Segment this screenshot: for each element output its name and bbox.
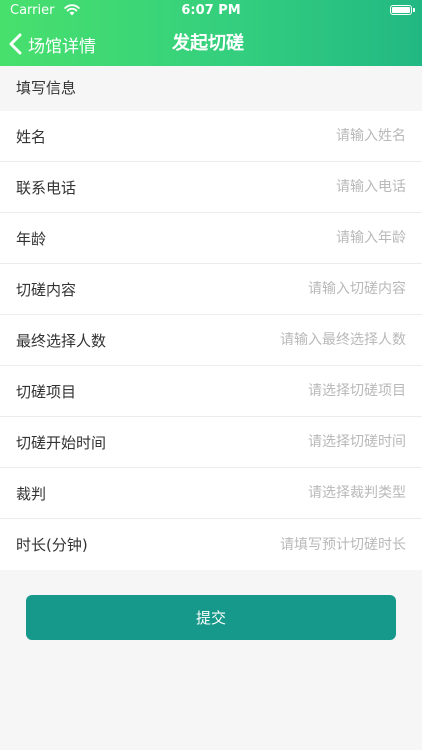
name-label: 姓名 xyxy=(16,127,47,146)
phone-input[interactable] xyxy=(186,179,406,195)
start-time-label: 切磋开始时间 xyxy=(16,433,107,452)
event-label: 切磋项目 xyxy=(16,382,77,401)
referee-select[interactable] xyxy=(186,485,406,501)
section-title: 填写信息 xyxy=(16,79,77,97)
status-time: 6:07 PM xyxy=(181,3,241,18)
duration-input[interactable] xyxy=(186,536,406,553)
form-row-content: 切磋内容 xyxy=(0,264,422,315)
battery-icon xyxy=(390,5,415,15)
status-bar: Carrier 6:07 PM xyxy=(0,0,422,22)
participant-count-label: 最终选择人数 xyxy=(16,331,107,350)
battery-fill xyxy=(392,7,410,13)
phone-label: 联系电话 xyxy=(16,178,77,197)
form-row-start-time: 切磋开始时间 xyxy=(0,417,422,468)
back-button[interactable]: 场馆详情 xyxy=(8,22,96,66)
name-input[interactable] xyxy=(186,128,406,144)
content-label: 切磋内容 xyxy=(16,280,77,299)
content-input[interactable] xyxy=(186,281,406,297)
start-time-select[interactable] xyxy=(186,434,406,450)
form-row-participant-count: 最终选择人数 xyxy=(0,315,422,366)
battery-nub xyxy=(413,8,415,12)
form-row-phone: 联系电话 xyxy=(0,162,422,213)
submit-button[interactable]: 提交 xyxy=(26,595,396,640)
form-row-duration: 时长(分钟) xyxy=(0,519,422,570)
form-row-event: 切磋项目 xyxy=(0,366,422,417)
form-row-age: 年龄 xyxy=(0,213,422,264)
page-title: 发起切磋 xyxy=(172,33,244,54)
back-button-label: 场馆详情 xyxy=(28,36,96,57)
form-row-name: 姓名 xyxy=(0,111,422,162)
age-input[interactable] xyxy=(186,230,406,246)
duration-label: 时长(分钟) xyxy=(16,536,88,554)
form-row-referee: 裁判 xyxy=(0,468,422,519)
referee-label: 裁判 xyxy=(16,484,47,503)
participant-count-input[interactable] xyxy=(186,332,406,348)
event-select[interactable] xyxy=(186,383,406,399)
challenge-form: 姓名 联系电话 年龄 切磋内容 最终选择人数 切磋项目 切磋开始时间 裁判 时长… xyxy=(0,111,422,570)
age-label: 年龄 xyxy=(16,229,47,248)
chevron-left-icon xyxy=(9,33,22,55)
nav-bar: 场馆详情 发起切磋 xyxy=(0,22,422,66)
navigation-header: Carrier 6:07 PM 场馆详情 发起切磋 xyxy=(0,0,422,66)
